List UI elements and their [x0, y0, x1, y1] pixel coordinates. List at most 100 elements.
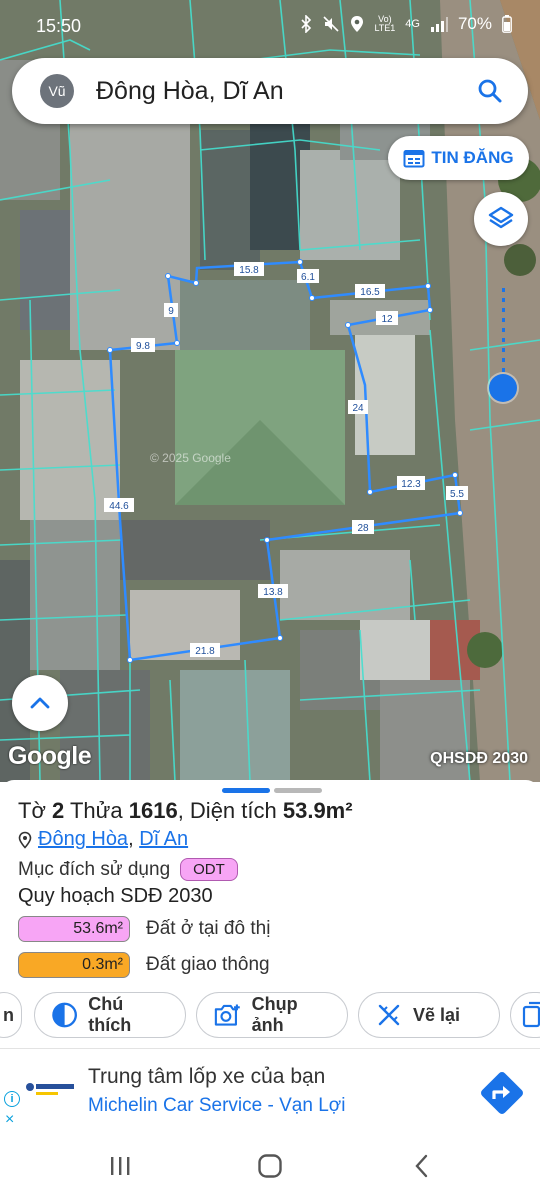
district-link[interactable]: Dĩ An — [139, 828, 188, 850]
plan-title: Quy hoạch SDĐ 2030 — [18, 885, 213, 907]
land-use-area-chip: 53.6m² — [18, 916, 130, 942]
dimension-label: 21.8 — [190, 643, 220, 657]
legend-button[interactable]: Chú thích — [34, 992, 186, 1038]
svg-text:15.8: 15.8 — [239, 265, 259, 276]
purpose-code-badge: ODT — [180, 858, 238, 881]
michelin-logo — [24, 1079, 76, 1101]
ward-link[interactable]: Đông Hòa — [38, 828, 128, 850]
dimension-label: 44.6 — [104, 498, 134, 512]
bluetooth-icon — [300, 15, 312, 33]
chevron-up-icon — [30, 697, 50, 709]
tin-dang-label: TIN ĐĂNG — [431, 148, 514, 167]
dimension-label: 28 — [352, 520, 374, 534]
parcel-location: Đông Hòa, Dĩ An — [18, 828, 188, 851]
search-query[interactable]: Đông Hòa, Dĩ An — [96, 77, 470, 106]
opacity-slider-handle[interactable] — [489, 374, 517, 402]
map-layer-label: QHSDĐ 2030 — [430, 750, 528, 767]
capture-label: Chụp ảnh — [251, 994, 298, 1035]
thua-label: Thửa — [69, 798, 123, 823]
battery-percent: 70% — [457, 14, 492, 33]
net-bottom: LTE1 — [374, 23, 396, 33]
map-watermark: © 2025 Google — [150, 451, 231, 465]
location-pin-icon — [18, 831, 32, 849]
land-use-label: Đất ở tại đô thị — [146, 918, 271, 939]
parcel-title: Tờ 2 Thửa 1616, Diện tích 53.9m² — [18, 798, 353, 824]
dimension-label: 5.5 — [446, 486, 468, 500]
network-type: 4G — [405, 17, 420, 30]
ad-subtitle: Michelin Car Service - Vạn Lợi — [88, 1095, 346, 1116]
svg-text:9.8: 9.8 — [136, 341, 150, 352]
status-bar: 15:50 Vo) LTE1 4G 70% — [0, 0, 540, 52]
area-value: 53.9m² — [282, 798, 353, 823]
copy-icon — [522, 1001, 540, 1028]
land-purpose: Mục đích sử dụng ODT — [18, 858, 238, 881]
dimension-label: 9.8 — [131, 338, 155, 352]
dimension-label: 6.1 — [297, 269, 319, 283]
capture-button[interactable]: Chụp ảnh — [196, 992, 348, 1038]
svg-text:21.8: 21.8 — [195, 646, 215, 657]
tin-dang-button[interactable]: TIN ĐĂNG — [388, 136, 529, 180]
copy-button[interactable] — [510, 992, 540, 1038]
contrast-icon — [52, 1002, 77, 1028]
land-use-label: Đất giao thông — [146, 954, 270, 975]
location-separator: , — [128, 828, 140, 850]
sheet-handle[interactable] — [274, 788, 322, 793]
dimension-label: 13.8 — [258, 584, 288, 598]
svg-text:9: 9 — [168, 306, 174, 317]
map-view[interactable]: © 2025 Google 15.8 6.1 9 16.5 12 9.8 24 … — [0, 0, 540, 782]
signal-icon — [430, 16, 448, 32]
expand-up-button[interactable] — [12, 675, 68, 731]
dimension-label: 24 — [348, 400, 368, 414]
dimension-label: 9 — [164, 303, 178, 317]
action-label: n — [3, 1004, 14, 1025]
redraw-label: Vẽ lại — [413, 1004, 461, 1025]
dimension-label: 15.8 — [234, 262, 264, 276]
svg-text:16.5: 16.5 — [360, 287, 380, 298]
camera-icon — [214, 1004, 240, 1026]
calendar-icon — [403, 150, 425, 168]
directions-icon[interactable] — [476, 1067, 528, 1119]
svg-text:28: 28 — [357, 523, 369, 534]
ad-info-icon[interactable]: i — [4, 1091, 20, 1107]
svg-text:13.8: 13.8 — [263, 587, 283, 598]
land-use-area-chip: 0.3m² — [18, 952, 130, 978]
battery-icon — [502, 15, 512, 33]
area-label: , Diện tích — [177, 798, 277, 823]
svg-text:6.1: 6.1 — [301, 272, 315, 283]
legend-label: Chú thích — [88, 994, 132, 1035]
location-icon — [350, 15, 364, 33]
status-time: 15:50 — [36, 16, 82, 36]
avatar[interactable]: Vũ — [40, 74, 74, 108]
home-icon[interactable] — [250, 1150, 290, 1182]
purpose-label: Mục đích sử dụng — [18, 858, 171, 880]
redraw-button[interactable]: Vẽ lại — [358, 992, 500, 1038]
search-bar[interactable]: Vũ Đông Hòa, Dĩ An — [12, 58, 528, 124]
svg-text:44.6: 44.6 — [109, 501, 129, 512]
ad-title: Trung tâm lốp xe của bạn — [88, 1065, 326, 1088]
action-chips: n Chú thích Chụp ảnh Vẽ lại — [0, 992, 540, 1038]
thua-value: 1616 — [128, 798, 178, 823]
svg-text:5.5: 5.5 — [450, 489, 464, 500]
action-chip-partial[interactable]: n — [0, 992, 22, 1038]
svg-text:24: 24 — [352, 403, 364, 414]
dimension-label: 12.3 — [397, 476, 425, 490]
to-value: 2 — [52, 798, 65, 823]
land-use-row: 0.3m² Đất giao thông — [18, 952, 270, 978]
sheet-handle-active[interactable] — [222, 788, 270, 793]
mute-icon — [322, 15, 340, 33]
search-icon[interactable] — [470, 71, 510, 111]
dimension-label: 12 — [376, 311, 398, 325]
volte-indicator: Vo) LTE1 — [374, 15, 395, 33]
layers-button[interactable] — [474, 192, 528, 246]
to-label: Tờ — [18, 798, 46, 823]
land-use-row: 53.6m² Đất ở tại đô thị — [18, 916, 270, 942]
layers-icon — [488, 206, 514, 229]
recent-apps-icon[interactable] — [100, 1150, 140, 1182]
opacity-slider-track[interactable] — [502, 288, 505, 388]
ad-close-icon[interactable]: × — [5, 1111, 14, 1129]
ad-banner[interactable]: i × Trung tâm lốp xe của bạn Michelin Ca… — [0, 1048, 540, 1132]
svg-text:12.3: 12.3 — [401, 479, 421, 490]
back-icon[interactable] — [402, 1150, 442, 1182]
system-nav-bar — [0, 1132, 540, 1200]
google-logo: Google — [8, 742, 92, 770]
